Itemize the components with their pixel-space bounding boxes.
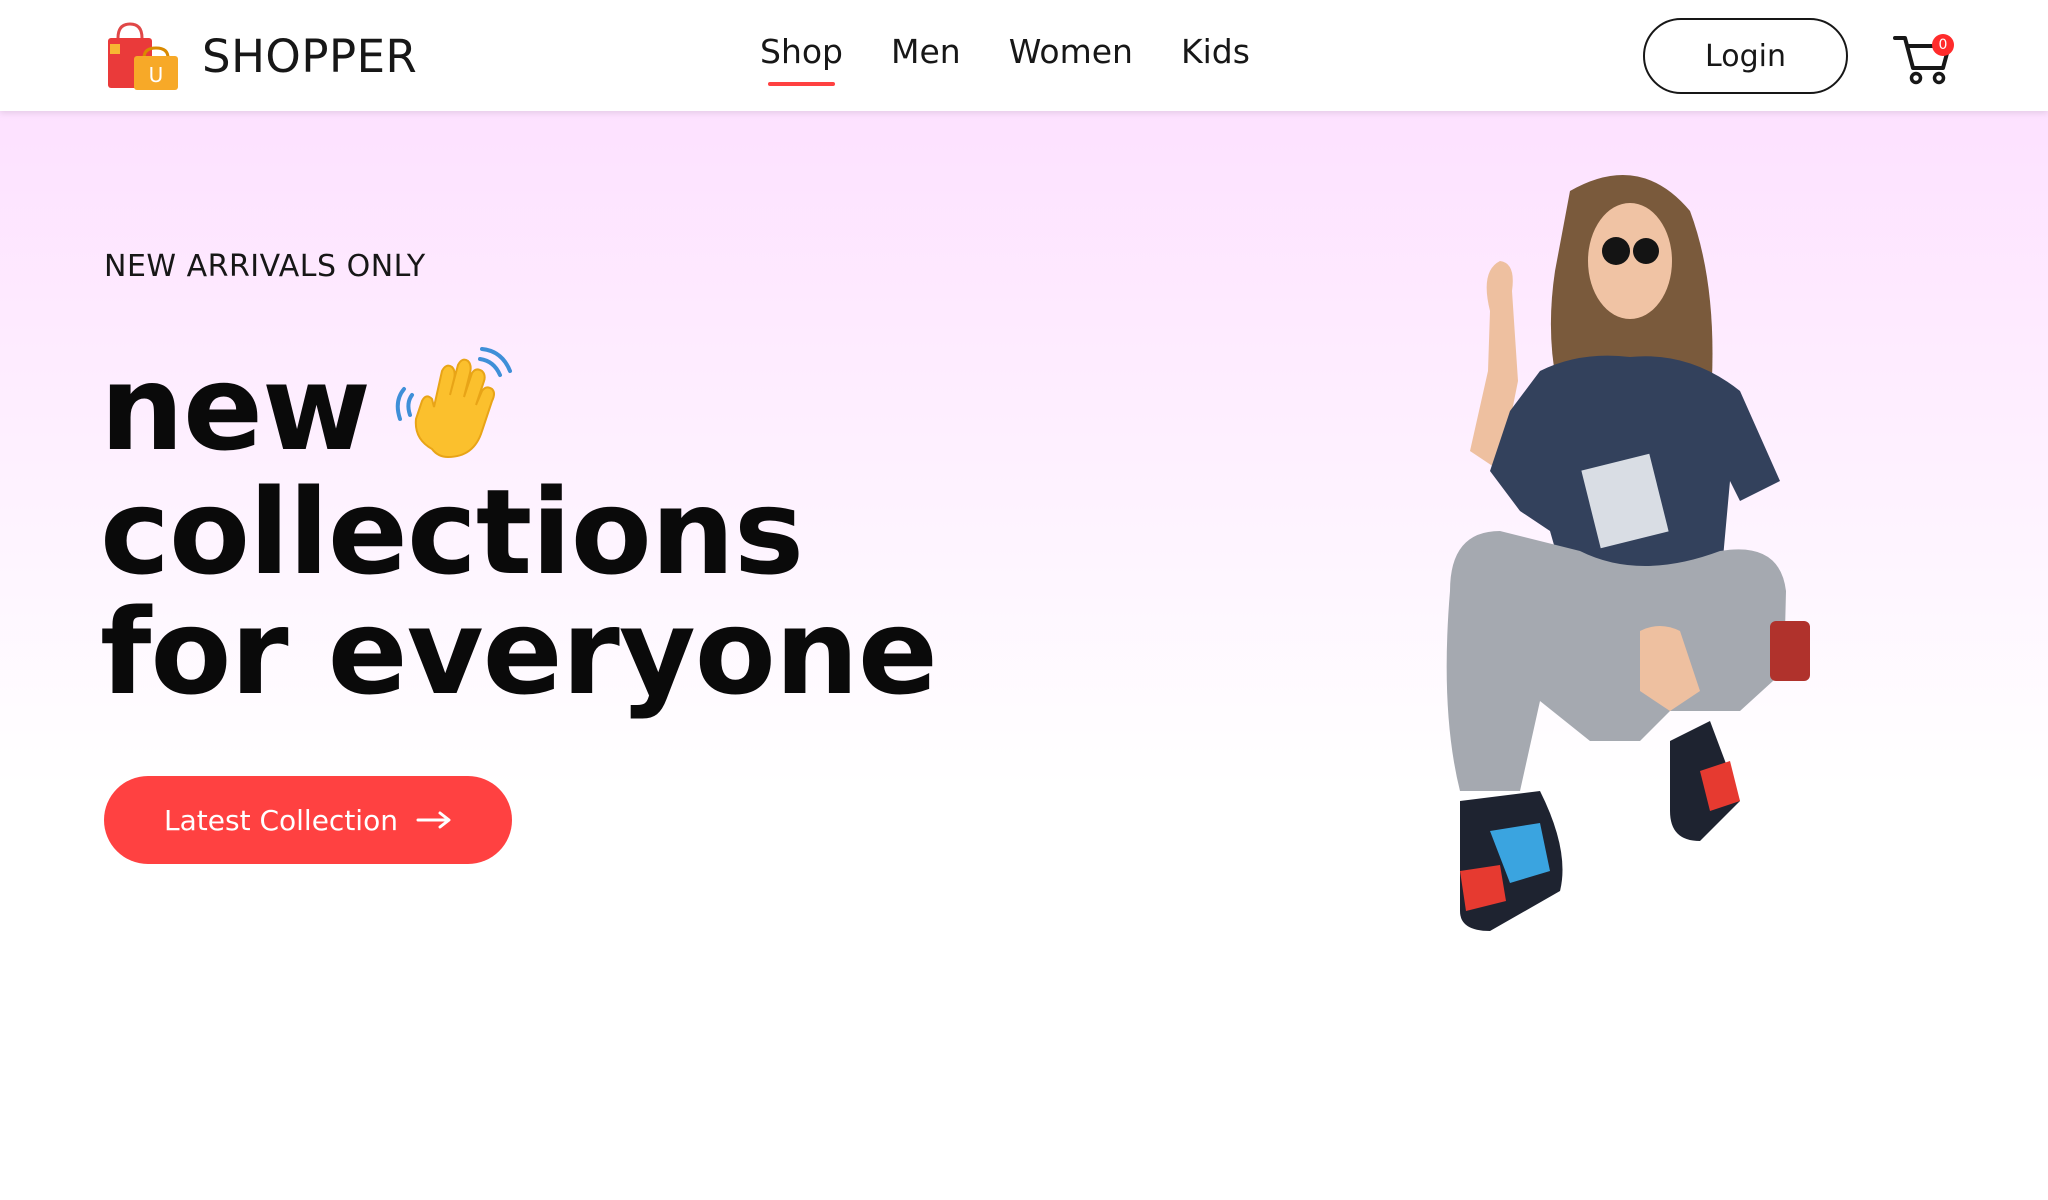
hero-section: NEW ARRIVALS ONLY new collections for ev… [0,111,2048,1200]
arrow-right-icon [416,811,451,829]
brand-logo[interactable]: U SHOPPER [104,20,417,92]
hero-headline-line-2: collections [100,463,804,601]
nav-item-label: Kids [1180,32,1250,71]
logo-letter: U [149,63,164,87]
nav-item-shop[interactable]: Shop [760,32,843,86]
cart-count-badge: 0 [1932,34,1954,56]
brand-name: SHOPPER [202,29,418,83]
nav-item-kids[interactable]: Kids [1181,32,1250,82]
active-underline [768,82,835,86]
nav-item-men[interactable]: Men [891,32,961,82]
shopping-bag-icon: U [108,22,178,90]
navbar: U SHOPPER Shop Men Women Kids Login 0 [0,0,2048,111]
login-button[interactable]: Login [1643,18,1848,94]
main-nav: Shop Men Women Kids [760,32,1298,86]
nav-item-label: Men [891,32,961,71]
hero-headline-line-3: for everyone [100,583,938,721]
hero-model-image [1446,175,1810,931]
cta-label: Latest Collection [164,803,398,837]
hero-headline-line-1: new [100,339,371,477]
waving-hand-icon [395,347,512,459]
nav-item-label: Women [1008,32,1133,71]
hero-tagline: NEW ARRIVALS ONLY [104,249,426,284]
nav-item-women[interactable]: Women [1009,32,1133,82]
nav-item-label: Shop [760,32,843,71]
latest-collection-button[interactable]: Latest Collection [104,776,512,864]
